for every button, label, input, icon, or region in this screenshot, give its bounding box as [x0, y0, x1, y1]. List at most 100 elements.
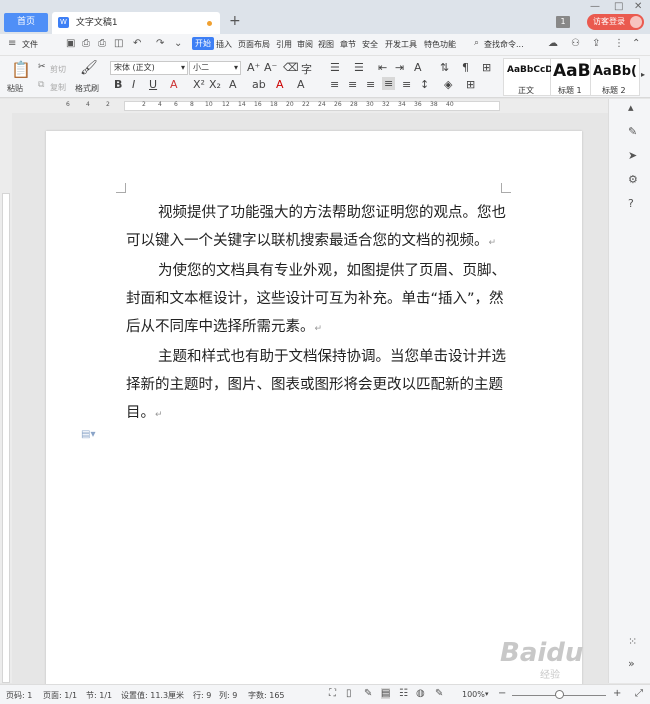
- style-heading-2[interactable]: AaBb( 标题 2: [591, 58, 640, 96]
- borders-icon[interactable]: ⊞: [466, 78, 475, 91]
- edit-pen-icon[interactable]: ✎: [628, 125, 637, 138]
- char-shading-icon[interactable]: A: [297, 78, 305, 91]
- menu-section[interactable]: 章节: [340, 39, 356, 50]
- shrink-font-icon[interactable]: A⁻: [264, 61, 277, 74]
- word-count[interactable]: 字数: 165: [248, 690, 285, 701]
- paragraph[interactable]: 主题和样式也有助于文档保持协调。当您单击设计并选择新的主题时，图片、图表或图形将…: [126, 343, 506, 429]
- menu-features[interactable]: 特色功能: [424, 39, 456, 50]
- copy-button[interactable]: 复制: [50, 82, 66, 93]
- export-pdf-icon[interactable]: ⎙: [82, 38, 90, 49]
- zoom-slider-handle[interactable]: [555, 690, 564, 699]
- maximize-button[interactable]: □: [614, 1, 623, 12]
- print-icon[interactable]: ⎙: [98, 38, 106, 49]
- underline-button[interactable]: U: [149, 78, 157, 91]
- bold-button[interactable]: B: [114, 78, 122, 91]
- grow-font-icon[interactable]: A⁺: [247, 61, 260, 74]
- align-right-icon[interactable]: ≡: [366, 78, 375, 91]
- panel-expand-icon[interactable]: ▴: [628, 101, 634, 114]
- menu-reference[interactable]: 引用: [276, 39, 292, 50]
- paragraph[interactable]: 为使您的文档具有专业外观，如图提供了页眉、页脚、封面和文本框设计，这些设计可互为…: [126, 257, 506, 343]
- menu-file[interactable]: 文件: [22, 39, 38, 50]
- distribute-icon[interactable]: ≡: [402, 78, 411, 91]
- bullet-list-icon[interactable]: ☰: [330, 61, 340, 74]
- font-color-icon[interactable]: A: [276, 78, 284, 91]
- adjust-settings-icon[interactable]: ⚙: [628, 173, 638, 186]
- strikethrough-icon[interactable]: A: [170, 78, 178, 91]
- row-number[interactable]: 行: 9: [193, 690, 211, 701]
- redo-icon[interactable]: ↷: [156, 38, 164, 49]
- justify-icon[interactable]: ≡: [382, 77, 396, 90]
- web-view-icon[interactable]: ◍: [416, 688, 425, 699]
- paste-icon[interactable]: 📋: [11, 60, 31, 79]
- pen-mode-icon[interactable]: ✎: [364, 688, 372, 699]
- format-painter-button[interactable]: 格式刷: [75, 83, 99, 94]
- phonetic-icon[interactable]: 字: [301, 61, 312, 77]
- page-number[interactable]: 页码: 1: [6, 690, 32, 701]
- minimize-button[interactable]: —: [590, 1, 600, 12]
- decrease-indent-icon[interactable]: ⇤: [378, 61, 387, 74]
- menu-developer[interactable]: 开发工具: [385, 39, 417, 50]
- horizontal-ruler[interactable]: 6 4 2 2 4 6 8 10 12 14 16 18 20 22 24 26…: [0, 99, 608, 113]
- menu-security[interactable]: 安全: [362, 39, 378, 50]
- clear-format-icon[interactable]: ⌫: [283, 61, 299, 74]
- cut-button[interactable]: 剪切: [50, 64, 66, 75]
- print-preview-icon[interactable]: ◫: [114, 38, 123, 49]
- share-icon[interactable]: ⇪: [592, 38, 600, 49]
- font-size-select[interactable]: 小二 ▾: [189, 61, 241, 75]
- page-view-icon[interactable]: ▯: [346, 688, 352, 699]
- zoom-out-button[interactable]: −: [498, 688, 506, 699]
- command-search[interactable]: 查找命令...: [484, 39, 524, 50]
- help-icon[interactable]: ?: [628, 197, 634, 210]
- menu-layout[interactable]: 页面布局: [238, 39, 270, 50]
- collapse-ribbon-icon[interactable]: ⌃: [632, 38, 640, 49]
- new-tab-button[interactable]: +: [229, 13, 241, 29]
- subscript-icon[interactable]: X₂: [209, 78, 221, 91]
- select-cursor-icon[interactable]: ➤: [628, 149, 637, 162]
- visitor-login-button[interactable]: 访客登录: [587, 14, 644, 30]
- position-value[interactable]: 设置值: 11.3厘米: [121, 690, 184, 701]
- style-heading-1[interactable]: AaB 标题 1: [551, 58, 591, 96]
- menu-start[interactable]: 开始: [192, 37, 214, 50]
- menu-review[interactable]: 审阅: [297, 39, 313, 50]
- undo-icon[interactable]: ↶: [133, 38, 141, 49]
- print-layout-icon[interactable]: ▤: [381, 688, 391, 699]
- close-button[interactable]: ✕: [634, 1, 642, 12]
- eye-protect-icon[interactable]: ✎: [435, 688, 443, 699]
- italic-button[interactable]: I: [132, 78, 135, 91]
- line-spacing-icon[interactable]: ↕: [420, 78, 429, 91]
- save-icon[interactable]: ▣: [66, 38, 75, 49]
- zoom-level[interactable]: 100%: [462, 690, 485, 699]
- section-number[interactable]: 节: 1/1: [86, 690, 112, 701]
- tab-document[interactable]: W 文字文稿1: [52, 12, 220, 34]
- paragraph[interactable]: 视频提供了功能强大的方法帮助您证明您的观点。您也可以键入一个关键字以联机搜索最适…: [126, 199, 506, 257]
- font-name-select[interactable]: 宋体 (正文) ▾: [110, 61, 188, 75]
- hamburger-icon[interactable]: ≡: [8, 38, 16, 49]
- table-border-icon[interactable]: ⊞: [482, 61, 491, 74]
- style-normal[interactable]: AaBbCcDd 正文: [503, 58, 559, 96]
- tab-home[interactable]: 首页: [4, 13, 48, 32]
- text-effect-icon[interactable]: A: [229, 78, 237, 91]
- paste-button[interactable]: 粘贴: [7, 83, 23, 94]
- menu-insert[interactable]: 插入: [216, 39, 232, 50]
- vertical-ruler[interactable]: [0, 113, 12, 683]
- superscript-icon[interactable]: X²: [193, 78, 205, 91]
- sort-icon[interactable]: ⇅: [440, 61, 449, 74]
- highlight-icon[interactable]: ab: [252, 78, 266, 91]
- align-left-icon[interactable]: ≡: [330, 78, 339, 91]
- column-number[interactable]: 列: 9: [219, 690, 237, 701]
- show-marks-icon[interactable]: ¶: [462, 61, 469, 74]
- menu-view[interactable]: 视图: [318, 39, 334, 50]
- document-page[interactable]: 视频提供了功能强大的方法帮助您证明您的观点。您也可以键入一个关键字以联机搜索最适…: [46, 131, 582, 687]
- share-user-icon[interactable]: ⚇: [571, 38, 580, 49]
- shading-icon[interactable]: ◈: [444, 78, 452, 91]
- full-screen-icon[interactable]: ⛶: [329, 688, 336, 699]
- increase-indent-icon[interactable]: ⇥: [395, 61, 404, 74]
- paragraph-handle-icon[interactable]: ▤▾: [81, 429, 95, 440]
- styles-more-icon[interactable]: ▸: [641, 70, 645, 79]
- page-count[interactable]: 页面: 1/1: [43, 690, 77, 701]
- more-options-icon[interactable]: ⋮: [614, 38, 624, 49]
- document-body[interactable]: 视频提供了功能强大的方法帮助您证明您的观点。您也可以键入一个关键字以联机搜索最适…: [126, 199, 506, 429]
- zoom-in-button[interactable]: +: [613, 688, 621, 699]
- window-count-badge[interactable]: 1: [556, 16, 570, 28]
- fit-page-icon[interactable]: ⤢: [635, 688, 643, 699]
